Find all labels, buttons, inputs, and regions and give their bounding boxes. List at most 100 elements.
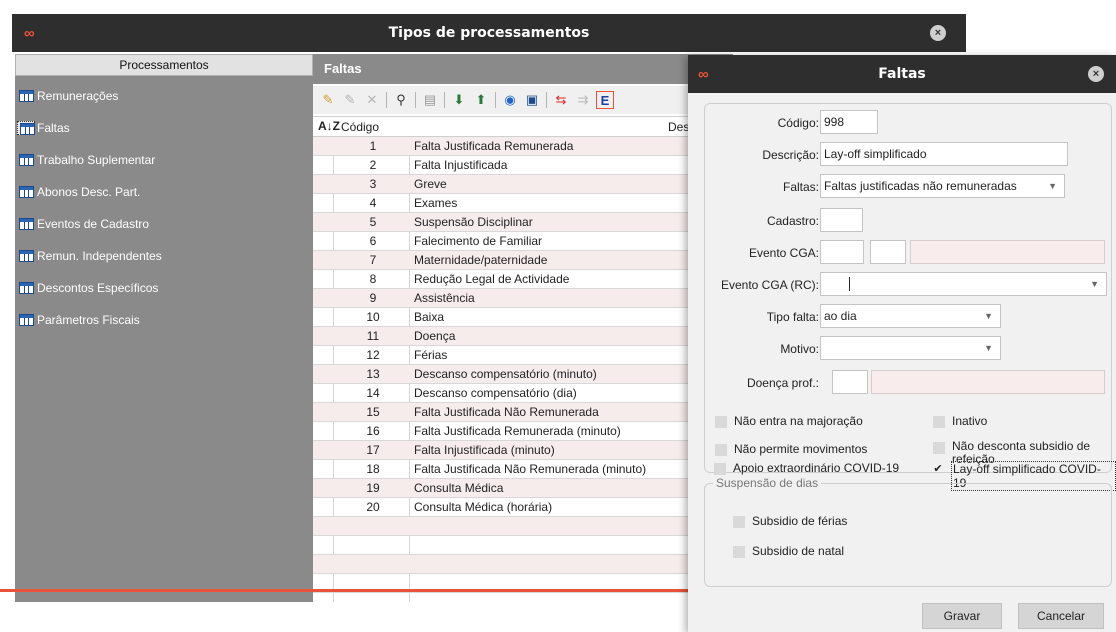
sidebar-item-label: Trabalho Suplementar: [37, 153, 156, 167]
close-icon[interactable]: ×: [1088, 66, 1104, 82]
tipo-falta-select[interactable]: ao dia ▼: [820, 304, 1001, 328]
cell-desc: Falta Injustificada (minuto): [414, 443, 555, 457]
table-row[interactable]: 5 Suspensão Disciplinar: [313, 213, 733, 232]
table-row[interactable]: 18 Falta Justificada Não Remunerada (minu…: [313, 460, 733, 479]
codigo-field[interactable]: 998: [820, 110, 878, 134]
table-icon: [17, 153, 35, 167]
sidebar-item-descontos-especificos[interactable]: Descontos Específicos: [17, 278, 158, 298]
table-row[interactable]: 8 Redução Legal de Actividade: [313, 270, 733, 289]
checkbox-label: Subsidio de férias: [752, 514, 848, 528]
table-row[interactable]: 4 Exames: [313, 194, 733, 213]
cancelar-button[interactable]: Cancelar: [1018, 603, 1104, 629]
inativo-checkbox[interactable]: Inativo: [933, 414, 987, 428]
cell-code: 9: [369, 291, 377, 305]
excel-button[interactable]: E: [596, 91, 614, 109]
cell-code: 4: [369, 196, 377, 210]
nao-majoracao-checkbox[interactable]: Não entra na majoração: [715, 414, 863, 428]
sort-icon[interactable]: A↓Z: [318, 119, 340, 133]
window-title: Tipos de processamentos: [388, 25, 590, 41]
sidebar-item-remun-independentes[interactable]: Remun. Independentes: [17, 246, 162, 266]
doenca-prof-field[interactable]: [832, 370, 868, 394]
table-row[interactable]: 9 Assistência: [313, 289, 733, 308]
cell-desc: Baixa: [414, 310, 445, 324]
chevron-down-icon: ▼: [984, 311, 993, 321]
chevron-down-icon: ▼: [1048, 181, 1057, 191]
empty-row: [313, 517, 733, 536]
cadastro-field[interactable]: [820, 208, 863, 232]
table-row[interactable]: 3 Greve: [313, 175, 733, 194]
cell-code: 1: [369, 139, 377, 153]
faltas-select[interactable]: Faltas justificadas não remuneradas ▼: [820, 174, 1065, 198]
table-row[interactable]: 16 Falta Justificada Remunerada (minuto): [313, 422, 733, 441]
checkbox-label: Não permite movimentos: [734, 442, 868, 456]
gravar-button[interactable]: Gravar: [922, 603, 1002, 629]
import-icon[interactable]: ⬇: [450, 91, 468, 109]
descricao-label: Descrição:: [762, 148, 819, 162]
cell-desc: Falta Justificada Remunerada (minuto): [414, 424, 621, 438]
cell-desc: Falta Justificada Não Remunerada: [414, 405, 599, 419]
faltas-panel: Faltas ✎ ✎ ✕ ⚲ ▤ ⬇ ⬆ ◉ ▣ ⇆ ⇉ E A↓Z Códig…: [313, 54, 733, 602]
cell-code: 8: [369, 272, 377, 286]
table-row[interactable]: 10 Baixa: [313, 308, 733, 327]
table-row[interactable]: 6 Falecimento de Familiar: [313, 232, 733, 251]
cell-desc: Descanso compensatório (minuto): [414, 367, 597, 381]
table-row[interactable]: 15 Falta Justificada Não Remunerada: [313, 403, 733, 422]
export-icon[interactable]: ⬆: [472, 91, 490, 109]
cell-desc: Maternidade/paternidade: [414, 253, 548, 267]
dialog-title-bar: ∞ Faltas ×: [688, 55, 1116, 93]
table-row[interactable]: 17 Falta Injustificada (minuto): [313, 441, 733, 460]
table-row[interactable]: 12 Férias: [313, 346, 733, 365]
swap-icon[interactable]: ⇆: [552, 91, 570, 109]
sidebar-item-label: Abonos Desc. Part.: [37, 185, 141, 199]
subsidio-ferias-checkbox[interactable]: Subsidio de férias: [733, 514, 847, 528]
chevron-down-icon: ▼: [1090, 279, 1099, 289]
sidebar-item-remuneracoes[interactable]: Remunerações: [17, 86, 118, 106]
new-record-icon[interactable]: ✎: [319, 91, 337, 109]
apoio-covid-checkbox[interactable]: Apoio extraordinário COVID-19: [714, 461, 899, 475]
subsidio-natal-checkbox[interactable]: Subsidio de natal: [733, 544, 844, 558]
evento-cga-field-1[interactable]: [820, 240, 864, 264]
close-icon[interactable]: ×: [930, 25, 946, 41]
sidebar-item-parametros-fiscais[interactable]: Parâmetros Fiscais: [17, 310, 140, 330]
checkbox-box: [933, 442, 945, 454]
cell-desc: Falta Justificada Não Remunerada (minuto…: [414, 462, 647, 476]
checkmark-icon: ✔: [933, 463, 943, 475]
evento-cga-field-2[interactable]: [870, 240, 906, 264]
faltas-select-value: Faltas justificadas não remuneradas: [824, 179, 1017, 193]
cell-code: 2: [369, 158, 377, 172]
table-icon: [17, 121, 35, 135]
checkbox-label: Não entra na majoração: [734, 414, 863, 428]
motivo-select[interactable]: ▼: [820, 336, 1001, 360]
find-icon[interactable]: ⚲: [392, 91, 410, 109]
edit-icon[interactable]: ✎: [341, 91, 359, 109]
delete-icon[interactable]: ✕: [363, 91, 381, 109]
descricao-field[interactable]: Lay-off simplificado: [820, 142, 1068, 166]
codigo-label: Código:: [777, 116, 819, 130]
print-icon[interactable]: ▤: [421, 91, 439, 109]
forward-icon[interactable]: ⇉: [574, 91, 592, 109]
table-row[interactable]: 13 Descanso compensatório (minuto): [313, 365, 733, 384]
sidebar-item-faltas[interactable]: Faltas: [17, 118, 70, 138]
table-row[interactable]: 2 Falta Injustificada: [313, 156, 733, 175]
cell-code: 13: [366, 367, 380, 381]
sidebar-item-eventos-cadastro[interactable]: Eventos de Cadastro: [17, 214, 149, 234]
sidebar-item-trabalho-suplementar[interactable]: Trabalho Suplementar: [17, 150, 155, 170]
nao-movimentos-checkbox[interactable]: Não permite movimentos: [715, 442, 867, 456]
faltas-label: Faltas:: [782, 180, 819, 194]
checkbox-box: [933, 416, 945, 428]
table-row[interactable]: 7 Maternidade/paternidade: [313, 251, 733, 270]
evento-cga-rc-select[interactable]: ▼: [820, 272, 1107, 296]
column-header-code[interactable]: Código: [341, 120, 379, 134]
table-row[interactable]: 19 Consulta Médica: [313, 479, 733, 498]
dialog-title: Faltas: [878, 66, 926, 82]
checkbox-box: [733, 546, 745, 558]
sidebar-item-abonos[interactable]: Abonos Desc. Part.: [17, 182, 140, 202]
table-row[interactable]: 20 Consulta Médica (horária): [313, 498, 733, 517]
form-group: Código: 998 Descrição: Lay-off simplific…: [704, 103, 1112, 473]
cell-code: 15: [366, 405, 380, 419]
save-icon[interactable]: ▣: [523, 91, 541, 109]
table-row[interactable]: 11 Doença: [313, 327, 733, 346]
table-row[interactable]: 14 Descanso compensatório (dia): [313, 384, 733, 403]
table-row[interactable]: 1 Falta Justificada Remunerada: [313, 137, 733, 156]
help-icon[interactable]: ◉: [501, 91, 519, 109]
